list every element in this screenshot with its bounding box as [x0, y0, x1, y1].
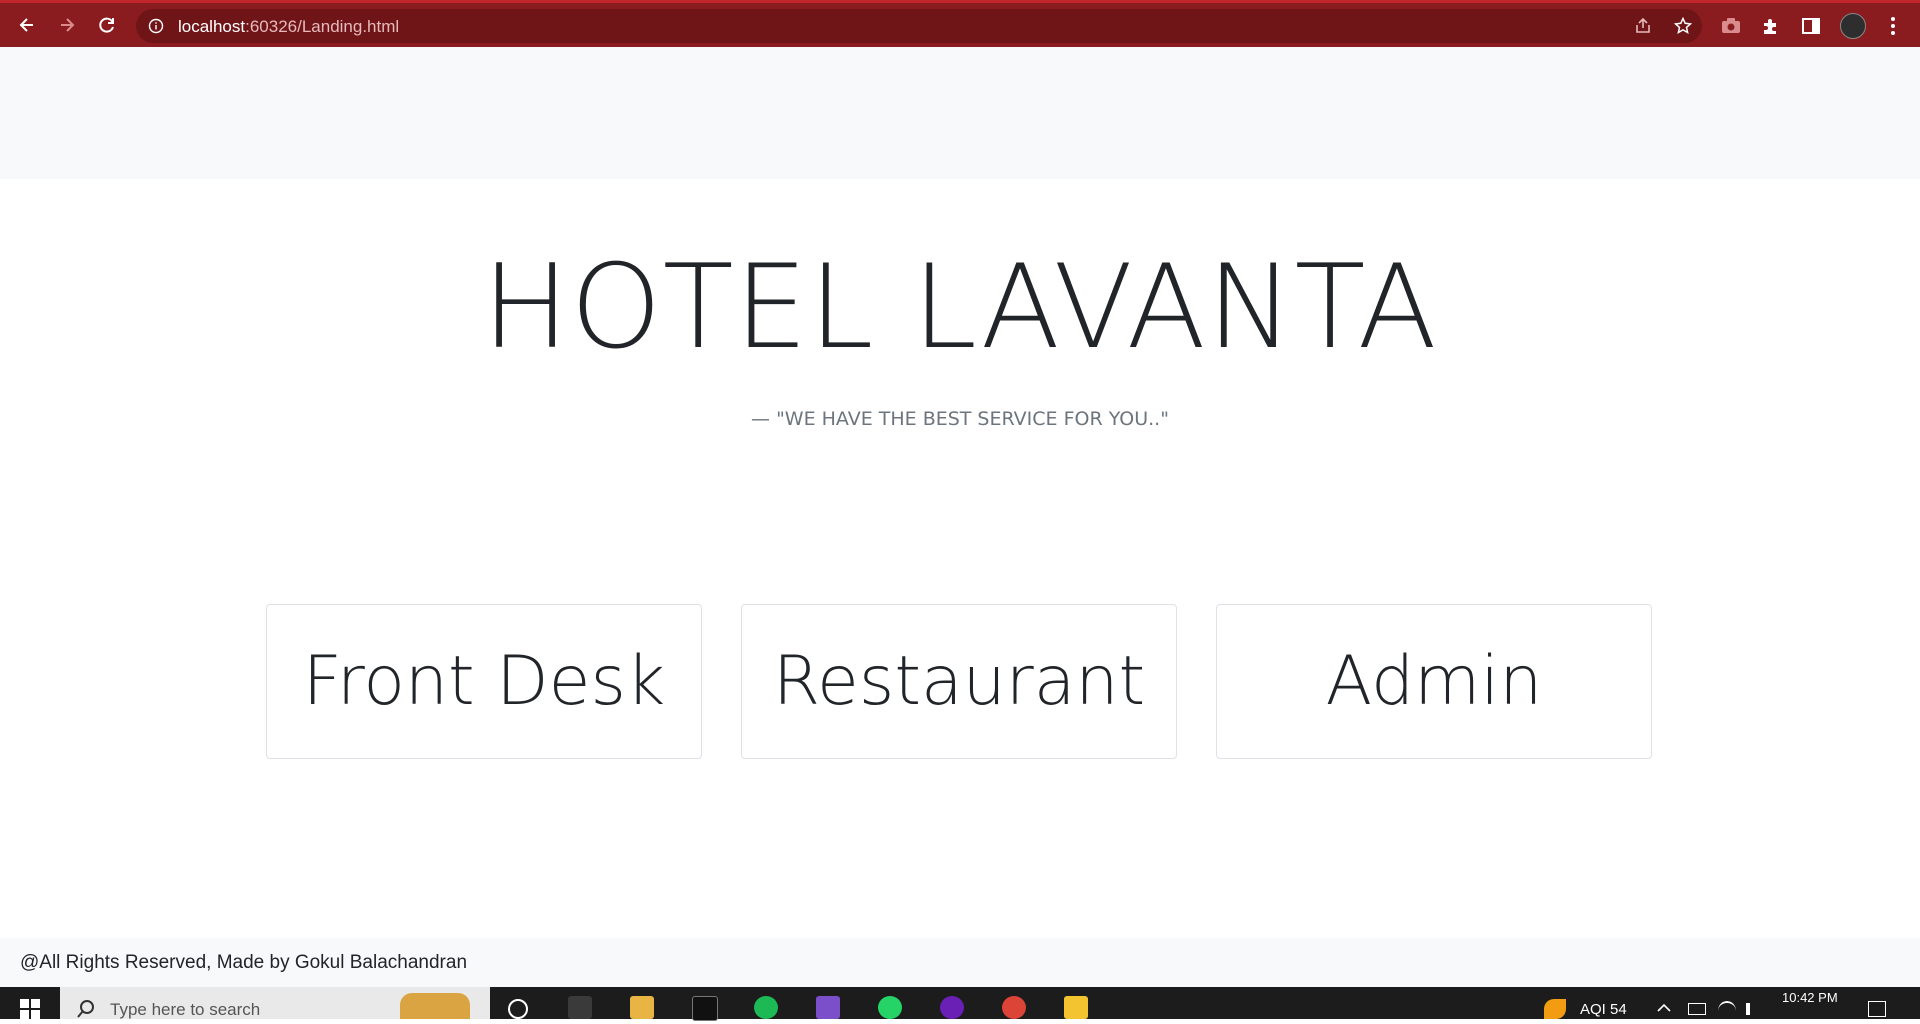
notifications-icon[interactable] — [1868, 1001, 1886, 1017]
camera-icon — [1722, 18, 1740, 33]
share-button[interactable] — [1630, 13, 1656, 39]
reload-icon — [99, 17, 114, 33]
weather-icon[interactable] — [1544, 999, 1566, 1019]
share-icon — [1636, 17, 1650, 33]
star-icon — [1674, 17, 1692, 34]
back-button[interactable] — [12, 10, 42, 40]
screenshot-extension-button[interactable] — [1718, 13, 1744, 39]
kebab-menu-icon — [1891, 17, 1895, 35]
url-text: localhost:60326/Landing.html — [178, 17, 399, 37]
admin-card[interactable]: Admin — [1216, 604, 1652, 759]
footer-text: @All Rights Reserved, Made by Gokul Bala… — [20, 952, 468, 973]
search-highlight-image — [400, 993, 470, 1019]
visual-studio-icon[interactable] — [816, 996, 840, 1019]
sticky-app-icon[interactable] — [1064, 996, 1088, 1019]
whatsapp-icon[interactable] — [878, 996, 902, 1019]
task-view-icon[interactable] — [568, 996, 592, 1019]
chevron-up-icon[interactable] — [1656, 1003, 1672, 1013]
windows-icon — [20, 999, 40, 1019]
page-title: HOTEL LAVANTA — [482, 240, 1438, 375]
taskbar: Type here to search AQI 54 10:42 PM — [0, 987, 1920, 1021]
chrome-icon[interactable] — [1002, 996, 1026, 1019]
network-icon[interactable] — [1688, 1003, 1706, 1015]
taskbar-search[interactable]: Type here to search — [60, 987, 490, 1019]
arrow-right-icon — [61, 18, 75, 32]
side-panel-icon — [1802, 18, 1820, 34]
puzzle-icon — [1764, 19, 1776, 34]
search-placeholder: Type here to search — [110, 1000, 261, 1019]
forward-button[interactable] — [52, 10, 82, 40]
file-explorer-icon[interactable] — [630, 996, 654, 1019]
extensions-button[interactable] — [1758, 13, 1784, 39]
card-label: Restaurant — [772, 642, 1146, 721]
card-label: Admin — [1325, 642, 1543, 721]
clock-time[interactable]: 10:42 PM — [1782, 990, 1838, 1005]
terminal-icon[interactable] — [692, 996, 718, 1021]
card-label: Front Desk — [302, 642, 666, 721]
info-icon[interactable] — [148, 18, 164, 34]
navbar — [0, 47, 1920, 179]
volume-icon[interactable] — [1746, 1003, 1760, 1015]
front-desk-card[interactable]: Front Desk — [266, 604, 702, 759]
arrow-left-icon — [19, 18, 33, 32]
browser-toolbar: localhost:60326/Landing.html — [0, 0, 1920, 47]
aqi-status[interactable]: AQI 54 — [1580, 1001, 1627, 1018]
restaurant-card[interactable]: Restaurant — [741, 604, 1177, 759]
profile-avatar[interactable] — [1840, 13, 1866, 39]
reload-button[interactable] — [92, 10, 122, 40]
cortana-icon[interactable] — [508, 999, 528, 1019]
wifi-icon[interactable] — [1718, 1001, 1736, 1021]
spotify-icon[interactable] — [754, 996, 778, 1019]
bookmark-button[interactable] — [1670, 13, 1696, 39]
side-panel-button[interactable] — [1798, 13, 1824, 39]
tor-browser-icon[interactable] — [940, 996, 964, 1019]
tagline: — "WE HAVE THE BEST SERVICE FOR YOU.." — [751, 408, 1169, 430]
url-path: :60326/Landing.html — [245, 17, 400, 36]
menu-button[interactable] — [1880, 13, 1906, 39]
search-icon — [77, 1000, 94, 1018]
start-button[interactable] — [20, 999, 40, 1024]
footer: @All Rights Reserved, Made by Gokul Bala… — [0, 938, 1920, 987]
url-host: localhost — [178, 17, 246, 36]
address-bar[interactable]: localhost:60326/Landing.html — [136, 9, 1702, 43]
